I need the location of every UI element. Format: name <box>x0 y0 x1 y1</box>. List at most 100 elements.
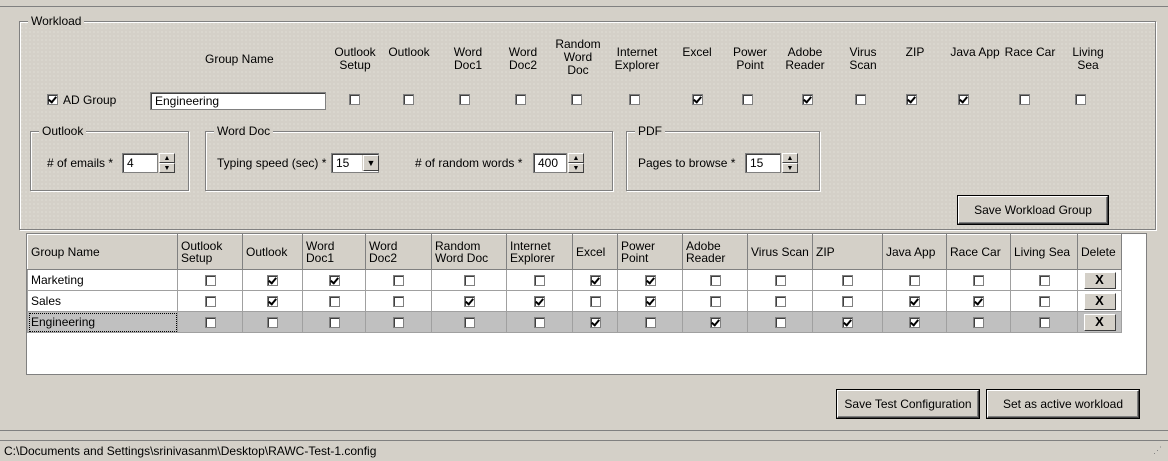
column-header-9[interactable]: Adobe Reader <box>682 234 748 270</box>
emails-input[interactable]: 4 <box>122 153 158 173</box>
pages-spinner[interactable]: ▲ ▼ <box>781 153 798 173</box>
row-group-name[interactable]: Engineering <box>27 311 178 333</box>
column-header-15[interactable]: Delete <box>1077 234 1122 270</box>
column-header-2[interactable]: Outlook <box>242 234 303 270</box>
column-header-12[interactable]: Java App <box>882 234 947 270</box>
row-group-name[interactable]: Marketing <box>27 269 178 291</box>
row-checkbox[interactable] <box>709 296 721 308</box>
app-checkbox-5[interactable] <box>629 94 640 105</box>
column-header-4[interactable]: Word Doc2 <box>365 234 432 270</box>
row-checkbox[interactable] <box>328 317 340 329</box>
row-checkbox[interactable] <box>463 275 475 287</box>
column-header-7[interactable]: Excel <box>572 234 618 270</box>
row-checkbox[interactable] <box>589 275 601 287</box>
row-checkbox[interactable] <box>1038 275 1050 287</box>
row-checkbox[interactable] <box>909 317 920 329</box>
row-checkbox[interactable] <box>393 275 404 287</box>
row-checkbox[interactable] <box>774 317 786 329</box>
app-checkbox-13[interactable] <box>1075 94 1086 105</box>
pages-input[interactable]: 15 <box>745 153 781 173</box>
row-checkbox[interactable] <box>267 275 278 287</box>
column-header-11[interactable]: ZIP <box>812 234 883 270</box>
spin-down-icon[interactable]: ▼ <box>782 163 798 173</box>
column-header-13[interactable]: Race Car <box>946 234 1011 270</box>
row-checkbox[interactable] <box>774 275 786 287</box>
random-words-input[interactable]: 400 <box>533 153 567 173</box>
save-test-configuration-button[interactable]: Save Test Configuration <box>837 390 979 418</box>
column-header-10[interactable]: Virus Scan <box>747 234 813 270</box>
app-checkbox-12[interactable] <box>1019 94 1030 105</box>
spin-up-icon[interactable]: ▲ <box>568 153 584 163</box>
app-checkbox-2[interactable] <box>459 94 470 105</box>
column-header-8[interactable]: Power Point <box>617 234 683 270</box>
row-checkbox[interactable] <box>842 296 853 308</box>
row-checkbox[interactable] <box>393 296 404 308</box>
set-active-workload-button[interactable]: Set as active workload <box>987 390 1139 418</box>
row-checkbox[interactable] <box>909 296 920 308</box>
row-checkbox[interactable] <box>1038 317 1050 329</box>
column-header-14[interactable]: Living Sea <box>1010 234 1078 270</box>
spin-down-icon[interactable]: ▼ <box>568 163 584 173</box>
row-checkbox[interactable] <box>534 275 545 287</box>
row-checkbox[interactable] <box>644 317 656 329</box>
delete-row-button[interactable]: X <box>1083 292 1116 310</box>
delete-row-button[interactable]: X <box>1083 313 1116 331</box>
emails-spinner[interactable]: ▲ ▼ <box>158 153 175 173</box>
row-checkbox[interactable] <box>909 275 920 287</box>
resize-grip-icon[interactable]: ⋰ <box>1153 445 1162 456</box>
column-header-1[interactable]: Outlook Setup <box>177 234 243 270</box>
spin-down-icon[interactable]: ▼ <box>159 163 175 173</box>
ad-group-checkbox[interactable] <box>47 94 58 105</box>
app-checkbox-4[interactable] <box>571 94 582 105</box>
row-checkbox[interactable] <box>842 275 853 287</box>
row-checkbox[interactable] <box>204 296 216 308</box>
row-checkbox[interactable] <box>534 296 545 308</box>
row-checkbox[interactable] <box>463 317 475 329</box>
row-checkbox[interactable] <box>709 275 721 287</box>
save-workload-group-button[interactable]: Save Workload Group <box>958 196 1108 224</box>
row-checkbox[interactable] <box>973 296 984 308</box>
row-checkbox[interactable] <box>774 296 786 308</box>
row-checkbox[interactable] <box>589 296 601 308</box>
row-checkbox[interactable] <box>842 317 853 329</box>
app-checkbox-7[interactable] <box>742 94 753 105</box>
row-checkbox[interactable] <box>267 296 278 308</box>
group-name-input[interactable]: Engineering <box>150 92 326 110</box>
row-checkbox[interactable] <box>973 275 984 287</box>
row-checkbox[interactable] <box>267 317 278 329</box>
row-checkbox[interactable] <box>534 317 545 329</box>
typing-speed-dropdown[interactable]: ▼ <box>362 155 379 171</box>
row-checkbox[interactable] <box>589 317 601 329</box>
spin-up-icon[interactable]: ▲ <box>159 153 175 163</box>
app-checkbox-0[interactable] <box>349 94 360 105</box>
app-checkbox-10[interactable] <box>906 94 917 105</box>
table-row[interactable]: Sales X <box>27 290 1122 312</box>
row-checkbox[interactable] <box>328 296 340 308</box>
row-checkbox[interactable] <box>644 275 656 287</box>
row-checkbox[interactable] <box>393 317 404 329</box>
app-checkbox-1[interactable] <box>403 94 414 105</box>
app-checkbox-8[interactable] <box>802 94 813 105</box>
column-header-5[interactable]: Random Word Doc <box>431 234 507 270</box>
app-checkbox-6[interactable] <box>692 94 703 105</box>
table-row[interactable]: Marketing X <box>27 269 1122 291</box>
row-checkbox[interactable] <box>328 275 340 287</box>
row-checkbox[interactable] <box>973 317 984 329</box>
app-checkbox-3[interactable] <box>515 94 526 105</box>
row-checkbox[interactable] <box>644 296 656 308</box>
table-row[interactable]: Engineering X <box>27 311 1122 333</box>
delete-row-button[interactable]: X <box>1083 271 1116 289</box>
row-checkbox[interactable] <box>1038 296 1050 308</box>
chevron-down-icon[interactable]: ▼ <box>363 155 379 171</box>
random-words-spinner[interactable]: ▲ ▼ <box>567 153 584 173</box>
row-checkbox[interactable] <box>204 317 216 329</box>
app-checkbox-11[interactable] <box>958 94 969 105</box>
row-checkbox[interactable] <box>204 275 216 287</box>
spin-up-icon[interactable]: ▲ <box>782 153 798 163</box>
column-header-0[interactable]: Group Name <box>27 234 178 270</box>
app-checkbox-9[interactable] <box>855 94 866 105</box>
row-group-name[interactable]: Sales <box>27 290 178 312</box>
row-checkbox[interactable] <box>463 296 475 308</box>
column-header-3[interactable]: Word Doc1 <box>302 234 366 270</box>
row-checkbox[interactable] <box>709 317 721 329</box>
